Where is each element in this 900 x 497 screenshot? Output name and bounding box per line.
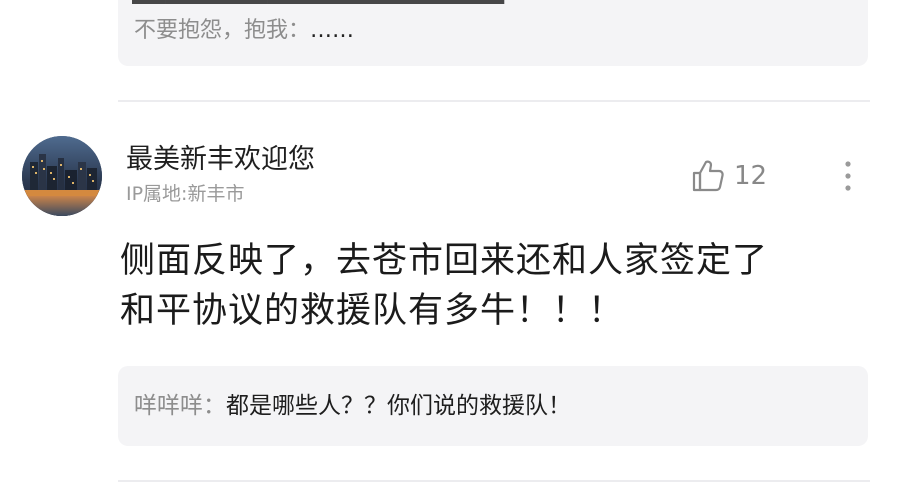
comment-divider — [118, 100, 870, 102]
comment-text-line-1: 侧面反映了，去苍市回来还和人家签定了 — [120, 241, 769, 281]
avatar[interactable] — [22, 136, 102, 216]
previous-reply-text: …… — [310, 18, 355, 43]
previous-reply-box[interactable]: ▆▆▆▆▆▆▆▆▆▆▆▆▆▆▆▆▆▆▆▆▆▆ 不要抱怨，抱我：…… — [118, 0, 868, 66]
reply-text: 都是哪些人？？你们说的救援队！ — [226, 393, 571, 419]
comment-text: 侧面反映了，去苍市回来还和人家签定了 和平协议的救援队有多牛！！！ — [120, 236, 850, 336]
ip-location: IP属地:新丰市 — [126, 183, 245, 205]
more-vertical-icon[interactable] — [836, 156, 860, 196]
thumbs-up-icon[interactable] — [690, 158, 726, 194]
previous-reply-line: 不要抱怨，抱我：…… — [134, 16, 354, 46]
previous-reply-cut-text: ▆▆▆▆▆▆▆▆▆▆▆▆▆▆▆▆▆▆▆▆▆▆ — [132, 0, 732, 4]
comment-text-line-2: 和平协议的救援队有多牛！！！ — [120, 291, 625, 331]
like-count: 12 — [734, 161, 768, 191]
comment-divider-bottom — [118, 480, 870, 482]
reply-author[interactable]: 咩咩咩： — [134, 393, 226, 419]
like-button[interactable]: 12 — [690, 156, 767, 196]
comment-username[interactable]: 最美新丰欢迎您 — [126, 143, 315, 177]
avatar-image — [22, 136, 102, 216]
reply-line: 咩咩咩：都是哪些人？？你们说的救援队！ — [134, 390, 571, 422]
reply-box[interactable]: 咩咩咩：都是哪些人？？你们说的救援队！ — [118, 366, 868, 446]
previous-reply-author[interactable]: 不要抱怨，抱我： — [134, 18, 310, 43]
